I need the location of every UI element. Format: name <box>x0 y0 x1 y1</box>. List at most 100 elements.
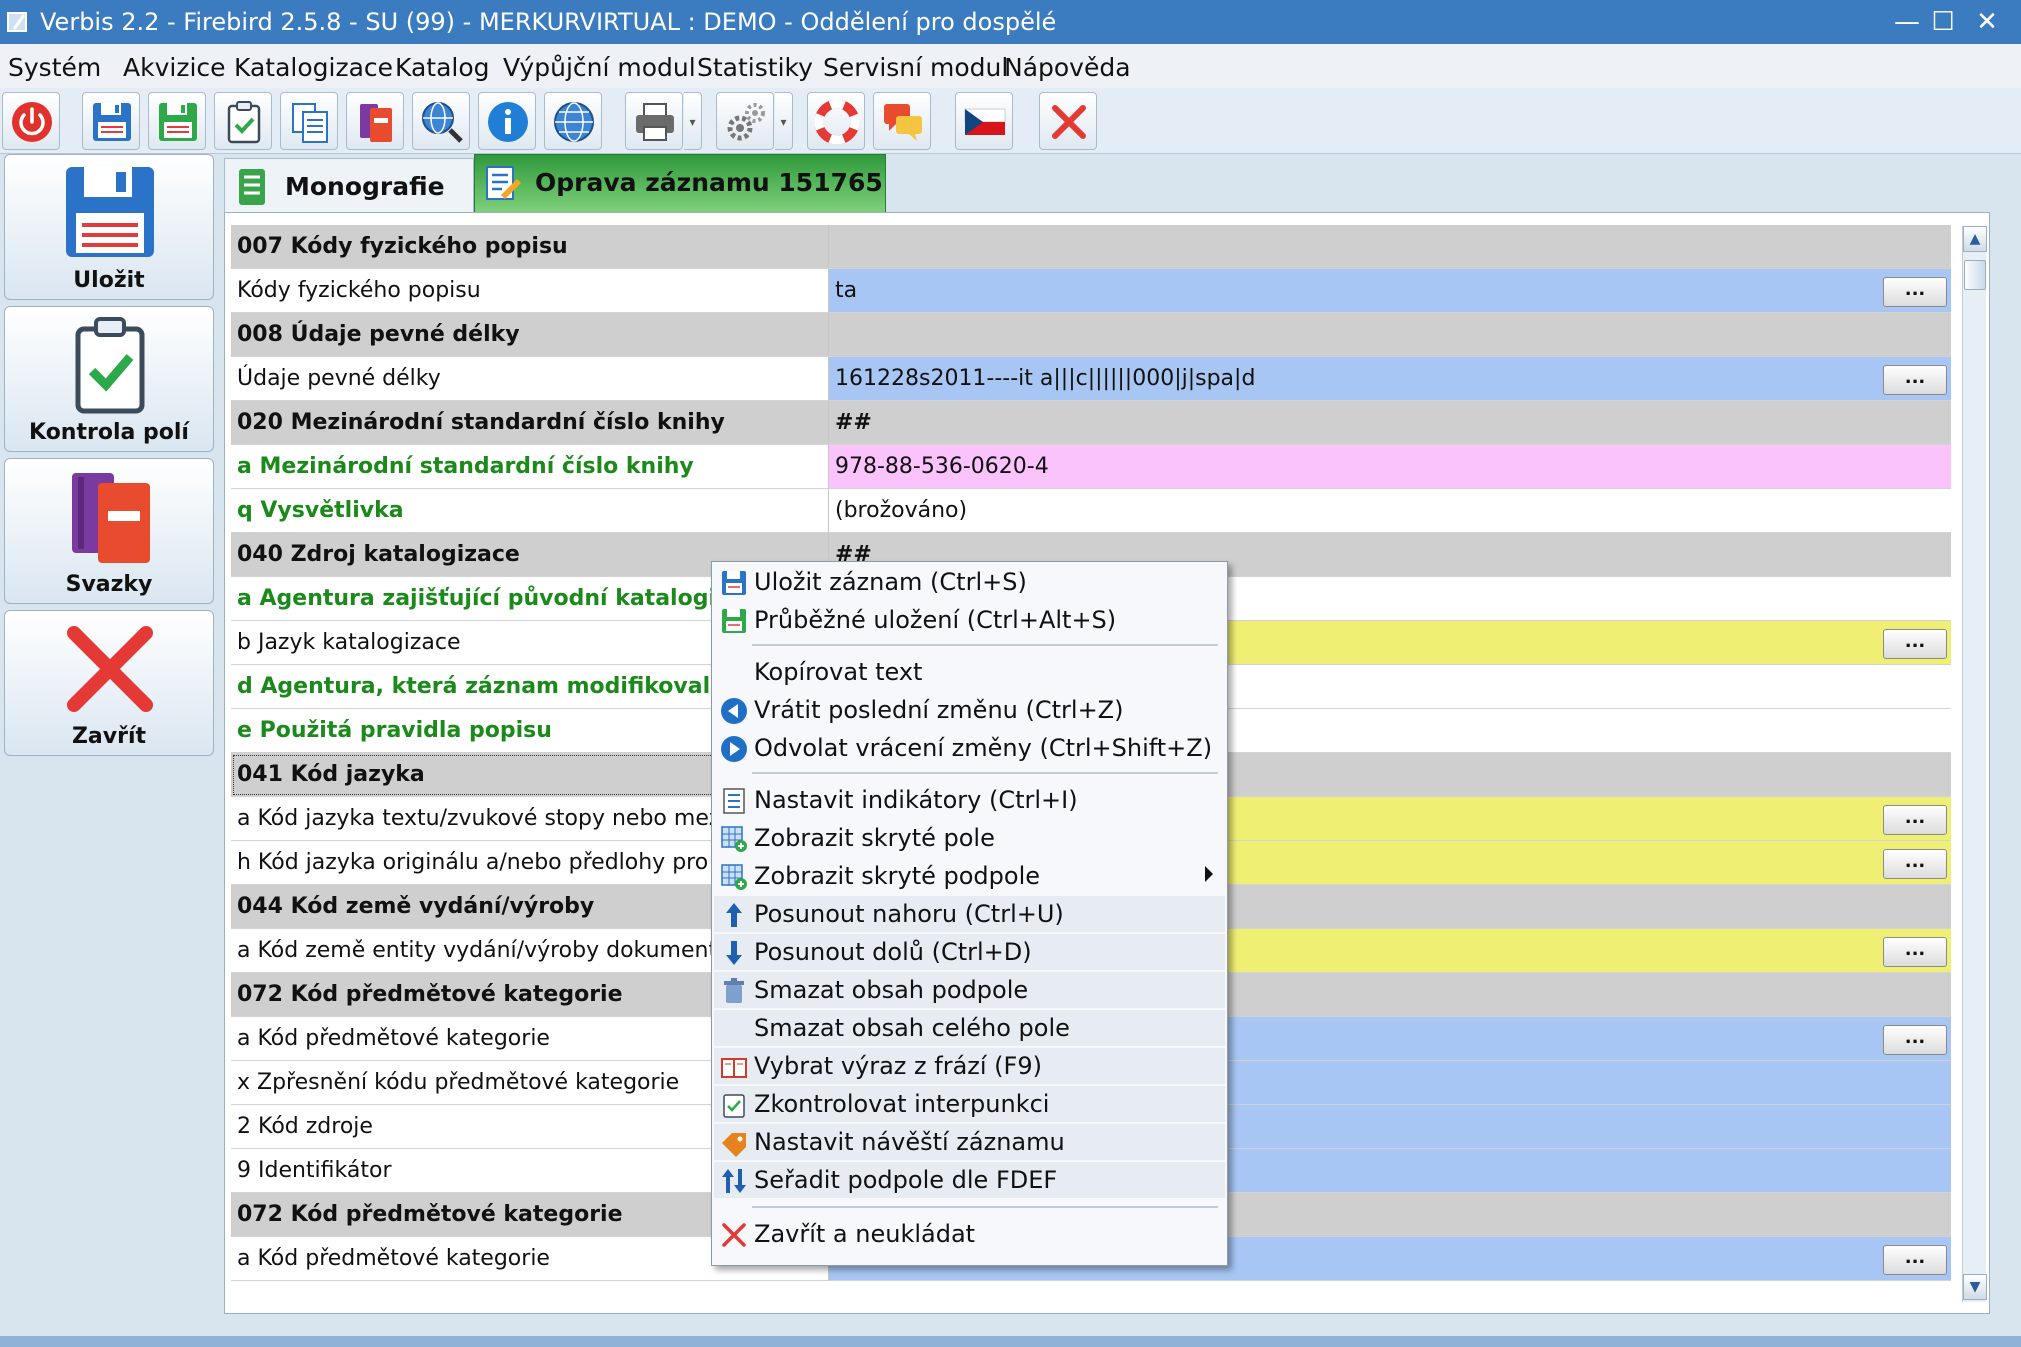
menu-separator <box>752 644 1218 646</box>
menu-show-hidden-subfields[interactable]: Zobrazit skryté podpole <box>714 858 1225 894</box>
browse-button[interactable]: ... <box>1883 277 1947 307</box>
menu-statistiky[interactable]: Statistiky <box>697 54 813 82</box>
close-icon <box>67 626 153 712</box>
sidebar-check-button[interactable]: Kontrola polí <box>4 306 214 452</box>
browse-button[interactable]: ... <box>1883 629 1947 659</box>
menu-redo[interactable]: Odvolat vrácení změny (Ctrl+Shift+Z) <box>714 730 1225 766</box>
toolbar-save-button[interactable] <box>82 92 140 150</box>
power-button[interactable] <box>2 92 60 150</box>
browse-button[interactable]: ... <box>1883 937 1947 967</box>
scroll-thumb[interactable] <box>1964 260 1986 290</box>
menu-move-up[interactable]: Posunout nahoru (Ctrl+U) <box>714 896 1225 932</box>
menu-item-label: Nastavit indikátory (Ctrl+I) <box>754 786 1078 814</box>
maximize-button[interactable]: ☐ <box>1926 6 1960 38</box>
sidebar-save-button[interactable]: Uložit <box>4 154 214 300</box>
toolbar-language-button[interactable] <box>955 92 1013 150</box>
menu-akvizice[interactable]: Akvizice <box>123 54 226 82</box>
browse-button[interactable]: ... <box>1883 1245 1947 1275</box>
books-icon <box>72 473 150 563</box>
menu-katalog[interactable]: Katalog <box>395 54 490 82</box>
browse-button[interactable]: ... <box>1883 849 1947 879</box>
subfield-name: Údaje pevné délky <box>231 357 829 401</box>
toolbar-search-web-button[interactable] <box>412 92 470 150</box>
toolbar-volumes-button[interactable] <box>346 92 404 150</box>
toolbar-settings-button[interactable] <box>716 92 774 150</box>
settings-dropdown[interactable]: ▾ <box>775 92 793 150</box>
print-dropdown[interactable]: ▾ <box>684 92 702 150</box>
menu-system[interactable]: Systém <box>8 54 101 82</box>
toolbar-web-button[interactable] <box>544 92 602 150</box>
menu-katalogizace[interactable]: Katalogizace <box>234 54 393 82</box>
toolbar-documents-button[interactable] <box>280 92 338 150</box>
menu-clear-subfield[interactable]: Smazat obsah podpole <box>714 972 1225 1008</box>
menu-set-record-label[interactable]: Nastavit návěští záznamu <box>714 1124 1225 1160</box>
save-interim-icon <box>159 103 197 141</box>
subfield-value[interactable]: 978-88-536-0620-4 <box>829 445 1951 489</box>
scroll-up-arrow-icon[interactable]: ▲ <box>1963 226 1987 252</box>
menu-move-down[interactable]: Posunout dolů (Ctrl+D) <box>714 934 1225 970</box>
toolbar-messages-button[interactable] <box>873 92 931 150</box>
menu-select-phrase[interactable]: Vybrat výraz z frází (F9) <box>714 1048 1225 1084</box>
menu-vypujcni-modul[interactable]: Výpůjční modul <box>503 54 696 82</box>
menu-bar: Systém Akvizice Katalogizace Katalog Výp… <box>0 44 2021 88</box>
toolbar-interim-save-button[interactable] <box>148 92 206 150</box>
save-icon <box>93 103 131 141</box>
toolbar-close-button[interactable] <box>1039 92 1097 150</box>
menu-item-label: Posunout dolů (Ctrl+D) <box>754 938 1032 966</box>
sidebar-close-label: Zavřít <box>71 724 147 749</box>
menu-item-label: Vrátit poslední změnu (Ctrl+Z) <box>754 696 1124 724</box>
toolbar-info-button[interactable] <box>478 92 536 150</box>
field-indicators[interactable]: ## <box>829 401 1951 445</box>
save-icon <box>722 571 746 595</box>
info-icon <box>488 102 528 142</box>
globe-search-icon <box>422 102 463 143</box>
menu-interim-save[interactable]: Průběžné uložení (Ctrl+Alt+S) <box>714 602 1225 638</box>
sidebar-volumes-button[interactable]: Svazky <box>4 458 214 604</box>
subfield-value[interactable]: 161228s2011----it a|||c||||||000|j|spa|d <box>829 357 1951 401</box>
subfield-row[interactable]: a Mezinárodní standardní číslo knihy 978… <box>231 445 1951 489</box>
minimize-button[interactable]: — <box>1890 6 1924 38</box>
menu-set-indicators[interactable]: Nastavit indikátory (Ctrl+I) <box>714 782 1225 818</box>
subfield-value[interactable]: ta <box>829 269 1951 313</box>
subfield-value[interactable]: (brožováno) <box>829 489 1951 533</box>
field-row[interactable]: 020 Mezinárodní standardní číslo knihy #… <box>231 401 1951 445</box>
browse-button[interactable]: ... <box>1883 365 1947 395</box>
menu-clear-field[interactable]: Smazat obsah celého pole <box>714 1010 1225 1046</box>
power-icon <box>12 102 52 142</box>
vertical-scrollbar[interactable]: ▲ ▼ <box>1962 226 1987 1302</box>
menu-item-label: Uložit záznam (Ctrl+S) <box>754 568 1027 596</box>
subfield-row[interactable]: Údaje pevné délky 161228s2011----it a|||… <box>231 357 1951 401</box>
field-row[interactable]: 008 Údaje pevné délky <box>231 313 1951 357</box>
menu-check-punctuation[interactable]: Zkontrolovat interpunkci <box>714 1086 1225 1122</box>
menu-item-label: Zavřít a neukládat <box>754 1220 976 1248</box>
menu-sort-subfields[interactable]: Seřadit podpole dle FDEF <box>714 1162 1225 1198</box>
field-row[interactable]: 007 Kódy fyzického popisu <box>231 225 1951 269</box>
tab-monografie[interactable]: Monografie <box>224 158 474 212</box>
close-window-button[interactable]: ✕ <box>1970 6 2004 38</box>
menu-show-hidden-fields[interactable]: Zobrazit skryté pole <box>714 820 1225 856</box>
browse-button[interactable]: ... <box>1883 805 1947 835</box>
menu-servisni-modul[interactable]: Servisní modul <box>823 54 1008 82</box>
lifebuoy-icon <box>815 100 859 144</box>
close-icon <box>1052 105 1086 139</box>
tab-oprava-zaznamu[interactable]: Oprava záznamu 151765 <box>474 154 886 212</box>
menu-undo[interactable]: Vrátit poslední změnu (Ctrl+Z) <box>714 692 1225 728</box>
subfield-row[interactable]: q Vysvětlivka (brožováno) <box>231 489 1951 533</box>
menu-save-record[interactable]: Uložit záznam (Ctrl+S) <box>714 564 1225 600</box>
toolbar-help-button[interactable] <box>807 92 865 150</box>
sidebar-check-label: Kontrola polí <box>29 420 189 445</box>
toolbar-print-button[interactable] <box>625 92 683 150</box>
scroll-down-arrow-icon[interactable]: ▼ <box>1963 1274 1987 1300</box>
sidebar-close-button[interactable]: Zavřít <box>4 610 214 756</box>
menu-item-label: Zkontrolovat interpunkci <box>754 1090 1050 1118</box>
menu-item-label: Smazat obsah podpole <box>754 976 1029 1004</box>
check-clipboard-icon <box>75 317 145 414</box>
menu-close-without-saving[interactable]: Zavřít a neukládat <box>714 1216 1225 1252</box>
czech-flag-icon <box>964 108 1006 135</box>
toolbar-check-button[interactable] <box>214 92 272 150</box>
menu-copy-text[interactable]: Kopírovat text <box>714 654 1225 690</box>
browse-button[interactable]: ... <box>1883 1025 1947 1055</box>
menu-napoveda[interactable]: Nápověda <box>1004 54 1131 82</box>
subfield-row[interactable]: Kódy fyzického popisu ta ... <box>231 269 1951 313</box>
books-icon <box>360 104 392 142</box>
